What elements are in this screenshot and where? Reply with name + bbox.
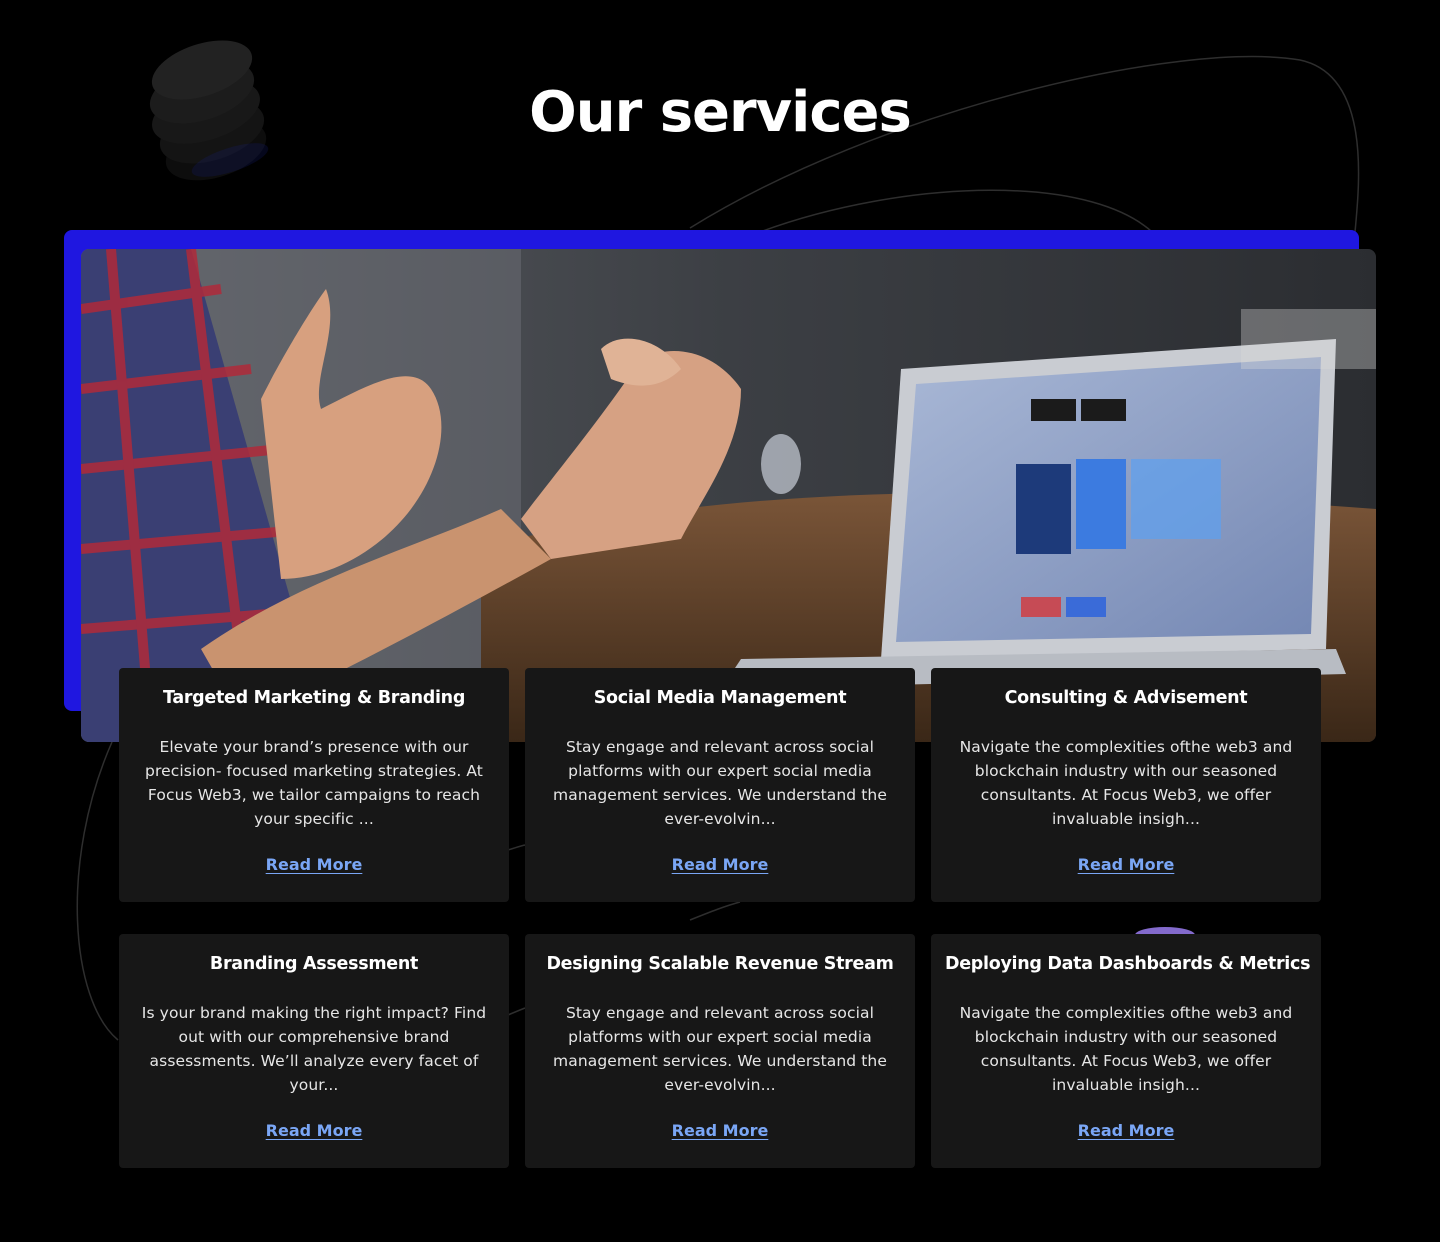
service-description: Navigate the complexities ofthe web3 and… xyxy=(959,1004,1293,1094)
service-title: Targeted Marketing & Branding xyxy=(162,688,466,708)
service-description: Is your brand making the right impact? F… xyxy=(141,1004,487,1094)
service-card: Targeted Marketing & Branding Elevate yo… xyxy=(119,668,509,902)
service-card: Designing Scalable Revenue Stream Stay e… xyxy=(525,934,915,1168)
service-description: Navigate the complexities ofthe web3 and… xyxy=(959,738,1293,828)
service-description: Stay engage and relevant across social p… xyxy=(553,1004,887,1094)
read-more-link[interactable]: Read More xyxy=(1078,855,1175,874)
service-title: Deploying Data Dashboards & Metrics xyxy=(945,954,1311,974)
service-card: Branding Assessment Is your brand making… xyxy=(119,934,509,1168)
service-title: Branding Assessment xyxy=(209,954,419,974)
service-title: Social Media Management xyxy=(593,688,847,708)
read-more-link[interactable]: Read More xyxy=(266,855,363,874)
read-more-link[interactable]: Read More xyxy=(672,1121,769,1140)
service-description: Elevate your brand’s presence with our p… xyxy=(145,738,483,828)
read-more-link[interactable]: Read More xyxy=(266,1121,363,1140)
service-card: Social Media Management Stay engage and … xyxy=(525,668,915,902)
service-description: Stay engage and relevant across social p… xyxy=(553,738,887,828)
read-more-link[interactable]: Read More xyxy=(672,855,769,874)
page-title: Our services xyxy=(529,80,912,145)
service-card: Consulting & Advisement Navigate the com… xyxy=(931,668,1321,902)
service-title: Designing Scalable Revenue Stream xyxy=(546,954,894,974)
service-title: Consulting & Advisement xyxy=(1004,688,1248,708)
read-more-link[interactable]: Read More xyxy=(1078,1121,1175,1140)
service-card: Deploying Data Dashboards & Metrics Navi… xyxy=(931,934,1321,1168)
